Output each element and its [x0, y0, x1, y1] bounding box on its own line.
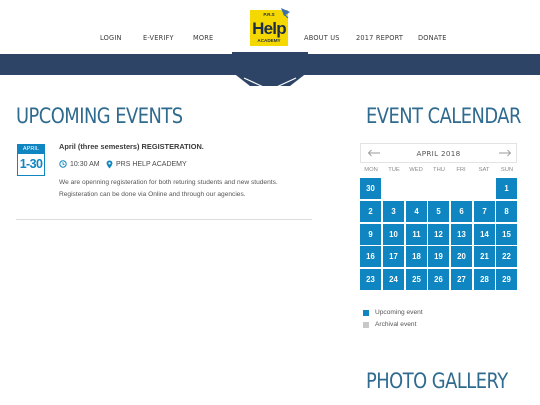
event-date-month: APRIL [18, 145, 44, 154]
site-logo[interactable]: P.R.S Help ACADEMY [248, 6, 292, 48]
calendar-day-2[interactable]: 2 [360, 201, 381, 222]
clock-icon [59, 160, 67, 168]
calendar-day-28[interactable]: 28 [474, 269, 495, 290]
calendar-day-5[interactable]: 5 [428, 201, 449, 222]
calendar-day-27[interactable]: 27 [451, 269, 472, 290]
calendar-day-prev-30[interactable]: 30 [360, 178, 381, 199]
weekday-sat: SAT [478, 167, 490, 173]
legend-archival-label: Archival event [375, 321, 417, 328]
calendar-day-6[interactable]: 6 [451, 201, 472, 222]
nav-more-link[interactable]: MORE [193, 34, 213, 42]
calendar-day-24[interactable]: 24 [383, 269, 404, 290]
event-location: PRS HELP ACADEMY [116, 161, 187, 168]
legend-upcoming-label: Upcoming event [375, 309, 423, 316]
calendar-day-18[interactable]: 18 [406, 246, 427, 267]
event-date-days: 1-30 [19, 157, 43, 171]
calendar-day-17[interactable]: 17 [383, 246, 404, 267]
weekday-fri: FRI [456, 167, 466, 173]
calendar-day-8[interactable]: 8 [496, 201, 517, 222]
calendar-day-3[interactable]: 3 [383, 201, 404, 222]
calendar-day-23[interactable]: 23 [360, 269, 381, 290]
svg-text:Help: Help [252, 19, 286, 38]
svg-text:ACADEMY: ACADEMY [257, 38, 280, 43]
weekday-mon: MON [364, 167, 378, 173]
calendar-month-label: APRIL 2018 [416, 149, 461, 158]
calendar-month-bar: APRIL 2018 [360, 143, 517, 163]
event-calendar-heading: EVENT CALENDAR [366, 104, 521, 128]
event-title-link[interactable]: April (three semesters) REGISTERATION. [59, 142, 204, 151]
calendar-day-21[interactable]: 21 [474, 246, 495, 267]
calendar-day-22[interactable]: 22 [496, 246, 517, 267]
calendar-day-13[interactable]: 13 [451, 224, 472, 245]
event-time: 10:30 AM [70, 161, 100, 168]
event-date-badge: APRIL 1-30 [17, 144, 45, 176]
calendar-day-9[interactable]: 9 [360, 224, 381, 245]
event-description-line-2: Registeration can be done via Online and… [59, 191, 246, 198]
header-band [0, 54, 540, 75]
calendar-day-20[interactable]: 20 [451, 246, 472, 267]
weekday-thu: THU [433, 167, 445, 173]
weekday-wed: WED [409, 167, 423, 173]
calendar-day-16[interactable]: 16 [360, 246, 381, 267]
calendar-day-19[interactable]: 19 [428, 246, 449, 267]
nav-about-link[interactable]: ABOUT US [304, 34, 340, 42]
nav-everify-link[interactable]: E-VERIFY [143, 34, 174, 42]
legend-archival-swatch [363, 322, 369, 328]
calendar-day-10[interactable]: 10 [383, 224, 404, 245]
calendar-day-25[interactable]: 25 [406, 269, 427, 290]
calendar-day-4[interactable]: 4 [406, 201, 427, 222]
calendar-day-11[interactable]: 11 [406, 224, 427, 245]
svg-text:P.R.S: P.R.S [263, 12, 274, 17]
calendar-day-12[interactable]: 12 [428, 224, 449, 245]
event-divider [16, 219, 312, 220]
calendar-day-29[interactable]: 29 [496, 269, 517, 290]
calendar-day-7[interactable]: 7 [474, 201, 495, 222]
calendar-day-14[interactable]: 14 [474, 224, 495, 245]
calendar-day-26[interactable]: 26 [428, 269, 449, 290]
legend-upcoming-swatch [363, 310, 369, 316]
nav-donate-link[interactable]: DONATE [418, 34, 447, 42]
help-academy-logo-icon: P.R.S Help ACADEMY [250, 8, 290, 46]
weekday-sun: SUN [500, 167, 514, 173]
calendar-next-arrow-icon[interactable] [498, 149, 512, 157]
event-description-line-1: We are openning registeration for both r… [59, 179, 278, 186]
upcoming-events-heading: UPCOMING EVENTS [16, 104, 183, 128]
nav-report-link[interactable]: 2017 REPORT [356, 34, 403, 42]
photo-gallery-heading: PHOTO GALLERY [366, 369, 508, 393]
calendar-day-1[interactable]: 1 [496, 178, 517, 199]
nav-login-link[interactable]: LOGIN [100, 34, 122, 42]
location-pin-icon [106, 160, 113, 169]
weekday-tue: TUE [388, 167, 400, 173]
calendar-day-15[interactable]: 15 [496, 224, 517, 245]
